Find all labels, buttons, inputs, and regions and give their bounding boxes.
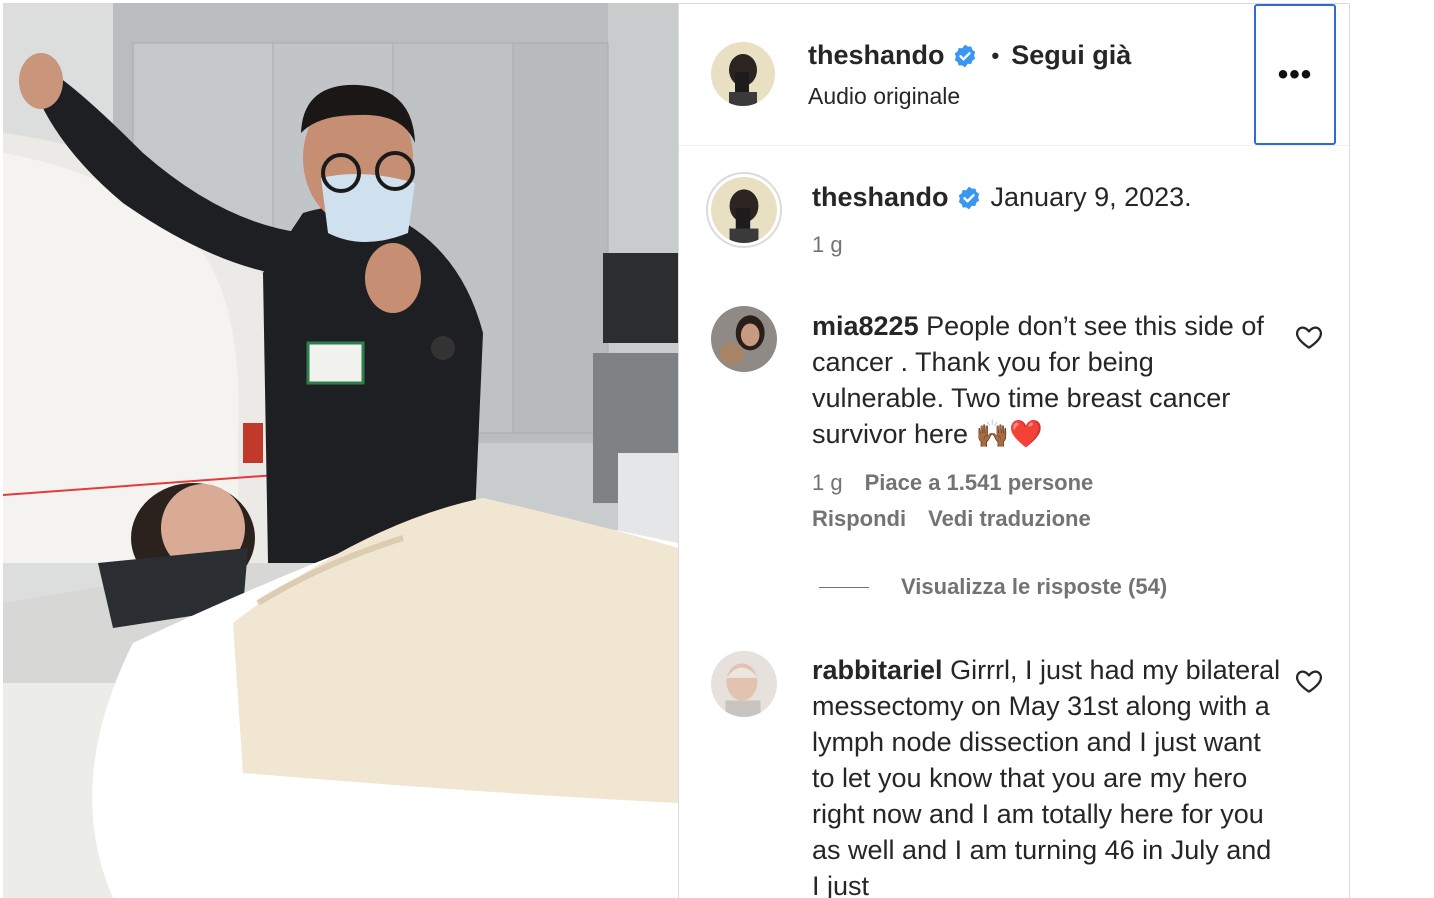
comment-time[interactable]: 1 g	[812, 470, 843, 495]
comment-text: Girrrl, I just had my bilateral messecto…	[812, 655, 1281, 898]
verified-badge-icon	[956, 185, 982, 211]
comment-body: rabbitariel Girrrl, I just had my bilate…	[812, 652, 1282, 898]
comment-username[interactable]: mia8225	[812, 311, 919, 341]
see-translation-button[interactable]: Vedi traduzione	[928, 506, 1091, 531]
heart-icon[interactable]	[1294, 666, 1324, 696]
post-photo	[3, 3, 678, 898]
separator-dot: •	[991, 42, 1000, 68]
caption-username[interactable]: theshando	[812, 182, 949, 213]
view-replies-button[interactable]: Visualizza le risposte (54)	[819, 574, 1167, 600]
heart-icon[interactable]	[1294, 322, 1324, 352]
comment-avatar[interactable]	[711, 306, 777, 372]
comment-likes[interactable]: Piace a 1.541 persone	[865, 470, 1094, 495]
reply-button[interactable]: Rispondi	[812, 506, 906, 531]
post-sidebar: theshando • Segui già Audio originale ••…	[678, 3, 1350, 898]
more-options-icon[interactable]: •••	[1254, 4, 1336, 145]
audio-link[interactable]: Audio originale	[808, 83, 960, 110]
comment-meta: 1 g Piace a 1.541 persone	[812, 470, 1093, 496]
verified-badge-icon	[952, 43, 978, 69]
post-media[interactable]	[3, 3, 678, 898]
comment-avatar-image	[711, 651, 777, 717]
author-line: theshando • Segui già	[808, 40, 1131, 71]
following-button[interactable]: Segui già	[1011, 40, 1131, 71]
author-avatar[interactable]	[711, 42, 775, 106]
comment-username[interactable]: rabbitariel	[812, 655, 943, 685]
caption-line: theshando January 9, 2023.	[812, 182, 1192, 213]
caption-avatar-image	[711, 177, 777, 243]
author-avatar-image	[711, 42, 775, 106]
caption-text: January 9, 2023.	[990, 182, 1192, 212]
replies-divider	[819, 586, 869, 588]
comment-body: mia8225 People don’t see this side of ca…	[812, 308, 1282, 452]
post-header: theshando • Segui già Audio originale ••…	[679, 4, 1349, 146]
comment-avatar-image	[711, 306, 777, 372]
author-username[interactable]: theshando	[808, 40, 945, 71]
comment-actions: Rispondi Vedi traduzione	[812, 506, 1091, 532]
view-replies-label: Visualizza le risposte (54)	[901, 574, 1168, 599]
caption-time[interactable]: 1 g	[812, 232, 843, 258]
caption-avatar[interactable]	[706, 172, 782, 248]
comment-avatar[interactable]	[711, 651, 777, 717]
